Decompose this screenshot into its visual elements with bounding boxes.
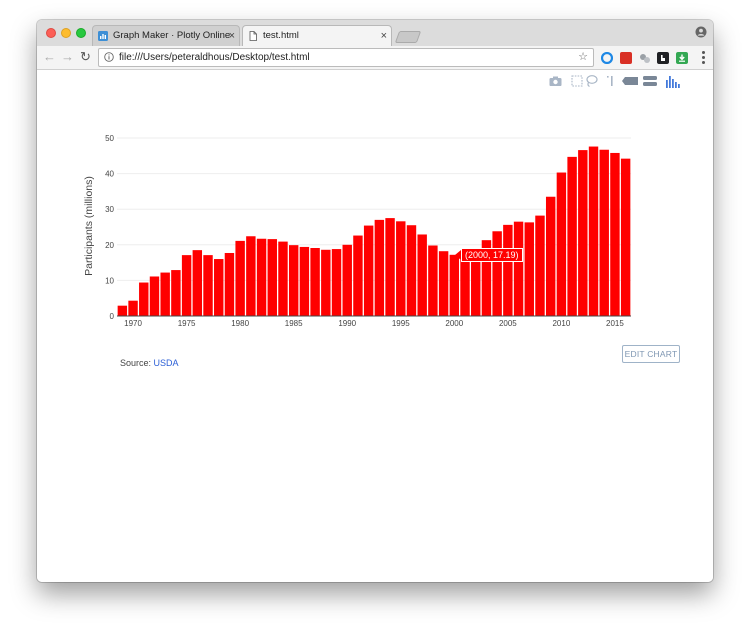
bar[interactable] bbox=[556, 172, 567, 316]
bar[interactable] bbox=[503, 224, 513, 316]
browser-toolbar: ← → ↻ file:///Users/peteraldhous/Desktop… bbox=[37, 46, 713, 70]
x-tick-label: 1995 bbox=[392, 319, 410, 328]
bar[interactable] bbox=[406, 225, 417, 316]
source-link[interactable]: USDA bbox=[154, 358, 179, 368]
tab-label: Graph Maker · Plotly Online bbox=[113, 30, 231, 41]
bar[interactable] bbox=[235, 240, 245, 316]
x-tick-label: 2000 bbox=[445, 319, 463, 328]
bar[interactable] bbox=[310, 248, 320, 316]
extension-circle-icon[interactable] bbox=[601, 52, 613, 64]
bar[interactable] bbox=[599, 149, 609, 316]
bar[interactable] bbox=[203, 255, 213, 316]
bar[interactable] bbox=[181, 255, 192, 316]
info-icon[interactable] bbox=[104, 52, 114, 62]
bar-chart[interactable]: 0 10 20 30 40 50 1970 1975 1980 1985 1990 1995 2000 2… bbox=[37, 70, 713, 350]
tab-label: test.html bbox=[263, 30, 299, 41]
x-tick-label: 2015 bbox=[606, 319, 624, 328]
bar[interactable] bbox=[117, 305, 128, 316]
minimize-window-button[interactable] bbox=[61, 28, 71, 38]
url-text[interactable]: file:///Users/peteraldhous/Desktop/test.… bbox=[119, 49, 310, 66]
source-label: Source: bbox=[120, 358, 154, 368]
bar[interactable] bbox=[160, 272, 170, 316]
bar[interactable] bbox=[331, 249, 342, 316]
address-bar[interactable]: file:///Users/peteraldhous/Desktop/test.… bbox=[98, 48, 594, 67]
bar[interactable] bbox=[321, 249, 331, 316]
y-axis-label: Participants (millions) bbox=[83, 176, 95, 276]
title-bar: Graph Maker · Plotly Online × test.html … bbox=[37, 20, 713, 47]
forward-button[interactable]: → bbox=[61, 50, 74, 64]
bar[interactable] bbox=[128, 300, 138, 316]
bar[interactable] bbox=[149, 276, 160, 316]
bar[interactable] bbox=[374, 219, 385, 316]
y-tick-label: 0 bbox=[110, 312, 115, 321]
extension-b-icon[interactable] bbox=[657, 52, 669, 64]
tab-graph-maker[interactable]: Graph Maker · Plotly Online × bbox=[92, 25, 240, 46]
x-tick-label: 2005 bbox=[499, 319, 517, 328]
x-tick-label: 2010 bbox=[552, 319, 570, 328]
back-button[interactable]: ← bbox=[43, 50, 56, 64]
y-tick-label: 40 bbox=[105, 170, 114, 179]
extension-lastpass-icon[interactable] bbox=[620, 52, 632, 64]
bar[interactable] bbox=[267, 239, 277, 316]
extension-puzzle-icon[interactable] bbox=[639, 52, 651, 64]
profile-icon[interactable] bbox=[695, 26, 707, 38]
x-tick-label: 1990 bbox=[338, 319, 356, 328]
bar[interactable] bbox=[342, 244, 352, 316]
bar[interactable] bbox=[417, 234, 427, 316]
bar[interactable] bbox=[353, 235, 363, 316]
bar[interactable] bbox=[567, 156, 577, 316]
x-tick-label: 1985 bbox=[285, 319, 303, 328]
bar[interactable] bbox=[449, 254, 460, 316]
bar[interactable] bbox=[385, 218, 395, 316]
plotly-favicon-icon bbox=[98, 31, 108, 41]
bar[interactable] bbox=[396, 221, 406, 316]
bar[interactable] bbox=[620, 158, 631, 316]
reload-button[interactable]: ↻ bbox=[80, 50, 91, 64]
document-icon bbox=[249, 31, 257, 41]
bar[interactable] bbox=[524, 222, 534, 316]
page-content: 0 10 20 30 40 50 1970 1975 1980 1985 1990 1995 2000 2… bbox=[37, 70, 713, 582]
tab-test-html[interactable]: test.html × bbox=[242, 25, 392, 47]
y-tick-label: 10 bbox=[105, 276, 114, 285]
y-tick-label: 30 bbox=[105, 205, 114, 214]
tab-close-icon[interactable]: × bbox=[229, 26, 235, 46]
bar[interactable] bbox=[535, 215, 545, 316]
new-tab-button[interactable] bbox=[394, 31, 422, 43]
bar[interactable] bbox=[192, 250, 203, 316]
bar[interactable] bbox=[224, 252, 235, 316]
bar[interactable] bbox=[256, 238, 267, 316]
bar[interactable] bbox=[438, 251, 449, 316]
bar[interactable] bbox=[299, 246, 310, 316]
close-window-button[interactable] bbox=[46, 28, 56, 38]
bar[interactable] bbox=[288, 245, 299, 316]
browser-window: Graph Maker · Plotly Online × test.html … bbox=[37, 20, 713, 582]
x-tick-label: 1980 bbox=[231, 319, 249, 328]
bar[interactable] bbox=[492, 231, 502, 316]
bar[interactable] bbox=[139, 282, 149, 316]
bar[interactable] bbox=[246, 236, 256, 316]
bar[interactable] bbox=[513, 221, 524, 316]
extension-download-icon[interactable] bbox=[676, 52, 688, 64]
edit-chart-button[interactable]: EDIT CHART bbox=[622, 345, 680, 363]
tab-close-icon[interactable]: × bbox=[381, 26, 387, 46]
bar[interactable] bbox=[428, 245, 438, 316]
y-tick-label: 50 bbox=[105, 134, 114, 143]
x-tick-label: 1970 bbox=[124, 319, 142, 328]
bar[interactable] bbox=[363, 225, 374, 316]
bar[interactable] bbox=[578, 150, 588, 316]
source-note: Source: USDA bbox=[120, 358, 179, 368]
zoom-window-button[interactable] bbox=[76, 28, 86, 38]
bar[interactable] bbox=[545, 196, 556, 316]
bar[interactable] bbox=[588, 146, 599, 316]
x-tick-label: 1975 bbox=[178, 319, 196, 328]
bar[interactable] bbox=[171, 270, 181, 316]
y-tick-label: 20 bbox=[105, 241, 114, 250]
bar[interactable] bbox=[460, 254, 470, 316]
bar[interactable] bbox=[214, 259, 224, 316]
bookmark-star-icon[interactable]: ☆ bbox=[578, 49, 588, 66]
bar[interactable] bbox=[610, 152, 620, 316]
hover-tooltip: (2000, 17.19) bbox=[461, 248, 523, 262]
browser-menu-icon[interactable] bbox=[702, 51, 705, 66]
bar[interactable] bbox=[278, 241, 288, 316]
